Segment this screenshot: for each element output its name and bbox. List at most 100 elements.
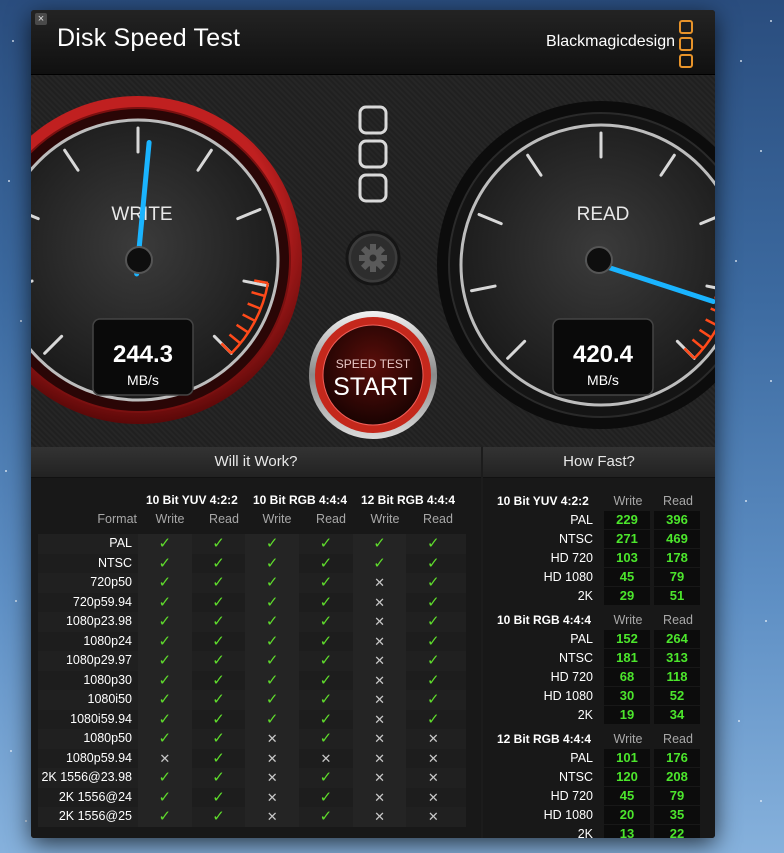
hf-row: PAL 152 264 <box>483 630 715 649</box>
wiw-group-rgb444-10: 10 Bit RGB 4:4:4 <box>253 493 348 507</box>
wiw-cell: ✕ <box>352 612 407 632</box>
wiw-col-read-3: Read <box>423 512 453 526</box>
wiw-cell: ✕ <box>245 787 300 807</box>
wiw-col-write-1: Write <box>155 512 185 526</box>
hf-row: HD 720 68 118 <box>483 668 715 687</box>
start-button[interactable]: SPEED TEST START <box>309 311 437 439</box>
hf-write-value: 68 <box>604 668 650 686</box>
check-icon: ✓ <box>319 788 333 806</box>
hf-row: HD 1080 20 35 <box>483 806 715 825</box>
hf-format-label: HD 720 <box>550 551 593 565</box>
settings-button[interactable] <box>345 230 401 286</box>
hf-read-value: 264 <box>654 630 700 648</box>
wiw-cell: ✓ <box>138 612 192 632</box>
check-icon: ✓ <box>212 808 225 825</box>
wiw-cell: ✕ <box>245 768 300 788</box>
check-icon: ✓ <box>265 691 279 708</box>
check-icon: ✓ <box>158 671 172 689</box>
cross-icon: ✕ <box>427 731 439 746</box>
start-button-subtitle: SPEED TEST <box>336 357 411 371</box>
wiw-row: 1080p50 ✓ ✓ ✕ ✓ ✕ ✕ <box>38 729 466 749</box>
center-logo-icon <box>358 105 388 203</box>
wiw-cell: ✓ <box>299 573 353 593</box>
background-star <box>770 20 772 22</box>
check-icon: ✓ <box>265 671 279 689</box>
check-icon: ✓ <box>158 535 172 552</box>
wiw-cell: ✕ <box>406 729 460 749</box>
hf-format-label: HD 720 <box>550 789 593 803</box>
write-speed-value: 244.3 <box>113 341 173 368</box>
write-needle-hub <box>125 246 153 274</box>
wiw-cell: ✓ <box>138 573 192 593</box>
check-icon: ✓ <box>158 554 172 572</box>
wiw-cell: ✓ <box>245 573 300 593</box>
wiw-cell: ✓ <box>352 534 407 554</box>
wiw-cell: ✓ <box>299 612 353 632</box>
hf-write-value: 101 <box>604 749 650 767</box>
background-star <box>8 180 10 182</box>
wiw-cell: ✓ <box>245 592 300 612</box>
wiw-format-label: 1080p29.97 <box>65 653 132 667</box>
will-it-work-table: PAL ✓ ✓ ✓ ✓ ✓ ✓ NTSC ✓ ✓ ✓ ✓ ✓ ✓ 720p50 ✓ ✓ ✓ ✓ ✕ ✓ 720p59.94… <box>38 534 466 827</box>
cross-icon: ✕ <box>427 770 439 785</box>
hf-row: HD 1080 30 52 <box>483 687 715 706</box>
wiw-cell: ✓ <box>406 612 460 632</box>
wiw-format-label: 1080p59.94 <box>65 750 132 765</box>
cross-icon: ✕ <box>266 770 278 785</box>
wiw-cell: ✓ <box>138 729 192 749</box>
hf-format-label: HD 1080 <box>543 570 593 584</box>
read-speed-unit: MB/s <box>587 372 619 388</box>
check-icon: ✓ <box>212 554 225 572</box>
cross-icon: ✕ <box>374 653 386 668</box>
wiw-cell: ✓ <box>299 632 353 652</box>
hf-write-value: 29 <box>604 587 650 605</box>
check-icon: ✓ <box>265 652 279 669</box>
check-icon: ✓ <box>426 535 440 552</box>
cross-icon: ✕ <box>320 750 332 766</box>
cross-icon: ✕ <box>374 731 386 746</box>
background-star <box>738 720 740 722</box>
cross-icon: ✕ <box>427 809 439 824</box>
wiw-cell: ✕ <box>352 631 407 651</box>
check-icon: ✓ <box>212 652 225 669</box>
wiw-cell: ✓ <box>245 631 300 651</box>
read-gauge: READ 420.4 MB/s <box>437 101 715 429</box>
check-icon: ✓ <box>212 671 225 689</box>
wiw-cell: ✕ <box>406 749 460 769</box>
check-icon: ✓ <box>319 632 333 650</box>
hf-write-value: 103 <box>604 549 650 567</box>
background-star <box>15 600 17 602</box>
wiw-format-label: 1080i59.94 <box>70 711 132 726</box>
wiw-cell: ✓ <box>406 632 460 652</box>
background-star <box>760 800 762 802</box>
check-icon: ✓ <box>212 593 225 611</box>
wiw-cell: ✓ <box>138 670 192 690</box>
check-icon: ✓ <box>319 574 333 591</box>
hf-row: NTSC 271 469 <box>483 530 715 549</box>
wiw-format-label: 1080p24 <box>83 633 132 648</box>
cross-icon: ✕ <box>266 789 278 805</box>
close-button[interactable]: × <box>35 13 47 25</box>
wiw-cell: ✓ <box>245 534 300 554</box>
wiw-format-label: 1080i50 <box>87 692 133 706</box>
background-star <box>10 750 12 752</box>
wiw-row: 2K 1556@23.98 ✓ ✓ ✕ ✓ ✕ ✕ <box>38 768 466 788</box>
wiw-cell: ✕ <box>352 592 407 612</box>
wiw-row: 1080p23.98 ✓ ✓ ✓ ✓ ✕ ✓ <box>38 612 466 632</box>
gear-icon <box>359 244 387 272</box>
cross-icon: ✕ <box>374 692 386 707</box>
hf-write-value: 30 <box>604 687 650 705</box>
wiw-row: 720p50 ✓ ✓ ✓ ✓ ✕ ✓ <box>38 573 466 593</box>
cross-icon: ✕ <box>427 750 439 766</box>
how-fast-title: How Fast? <box>483 447 715 478</box>
wiw-format-label: 1080p50 <box>83 731 132 745</box>
check-icon: ✓ <box>212 613 225 630</box>
check-icon: ✓ <box>212 749 225 767</box>
wiw-cell: ✓ <box>299 710 353 730</box>
wiw-cell: ✓ <box>192 807 246 827</box>
check-icon: ✓ <box>319 613 333 630</box>
check-icon: ✓ <box>319 593 333 611</box>
background-star <box>745 500 747 502</box>
wiw-cell: ✓ <box>192 651 246 671</box>
hf-col-read: Read <box>663 732 693 746</box>
